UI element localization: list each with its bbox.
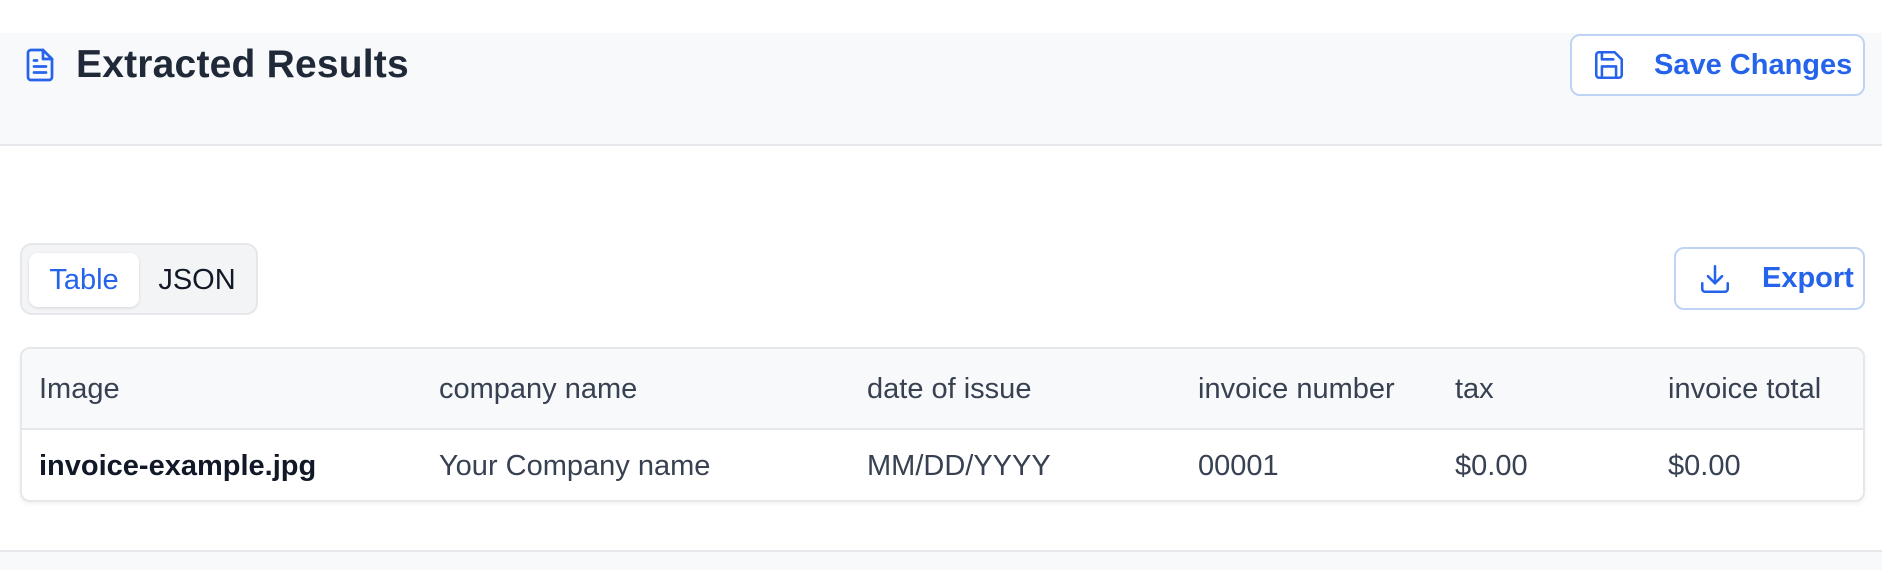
table-cell-company-name[interactable]: Your Company name [439,450,710,483]
export-label: Export [1762,262,1854,294]
column-header: tax [1455,373,1494,405]
column-header: date of issue [867,373,1032,405]
column-header: invoice total [1668,373,1822,405]
save-changes-button[interactable]: Save Changes [1570,34,1865,96]
table-cell-tax[interactable]: $0.00 [1455,450,1528,483]
column-header: Image [39,373,120,405]
floppy-disk-icon [1594,50,1624,80]
tab-table[interactable]: Table [29,253,139,307]
document-icon [26,48,54,82]
results-table: Image company name date of issue invoice… [20,347,1865,502]
table-cell-invoice-total[interactable]: $0.00 [1668,450,1741,483]
section-divider [0,550,1882,570]
table-cell-date-of-issue[interactable]: MM/DD/YYYY [867,450,1051,483]
table-cell-image[interactable]: invoice-example.jpg [39,450,316,483]
view-toggle: Table JSON [20,243,258,315]
tab-json[interactable]: JSON [147,253,247,307]
column-header: company name [439,373,638,405]
download-icon [1700,264,1730,293]
table-cell-invoice-number[interactable]: 00001 [1198,450,1279,483]
column-header: invoice number [1198,373,1395,405]
page-title: Extracted Results [76,43,409,86]
save-changes-label: Save Changes [1654,48,1853,81]
export-button[interactable]: Export [1674,247,1865,310]
